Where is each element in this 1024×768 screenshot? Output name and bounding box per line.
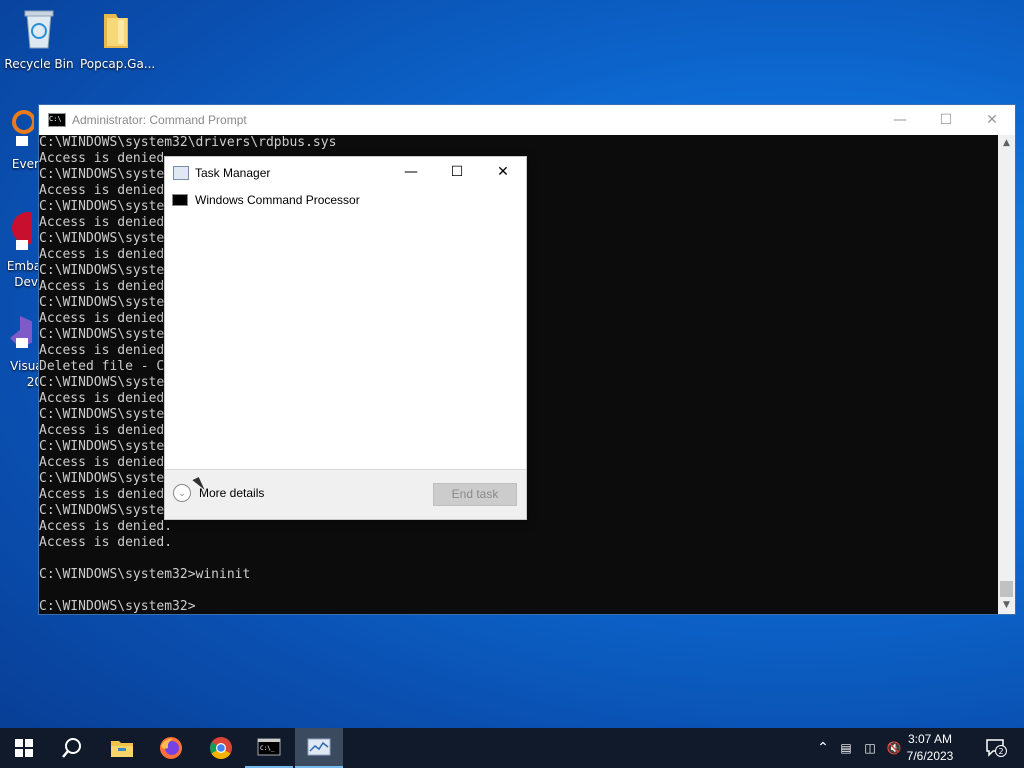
notification-center-button[interactable]: 2 xyxy=(976,728,1016,768)
cmd-icon: C:\_ xyxy=(257,738,281,756)
desktop-icon-popcap-folder[interactable]: Popcap.Ga... xyxy=(80,8,156,71)
process-row[interactable]: Windows Command Processor xyxy=(165,188,526,212)
cmd-window-title: Administrator: Command Prompt xyxy=(72,113,247,127)
search-icon xyxy=(62,738,81,758)
cmd-title-bar[interactable]: C:\ Administrator: Command Prompt — ☐ ✕ xyxy=(39,105,1015,135)
cmd-icon: C:\ xyxy=(48,113,66,127)
visual-studio-icon xyxy=(10,316,38,348)
search-button[interactable] xyxy=(48,728,96,768)
task-manager-title-bar[interactable]: Task Manager — ☐ ✕ xyxy=(165,157,526,188)
scroll-up-arrow-icon[interactable]: ▲ xyxy=(998,135,1015,152)
taskbar-chrome[interactable] xyxy=(197,728,245,768)
taskbar-firefox[interactable] xyxy=(147,728,195,768)
taskbar-file-explorer[interactable] xyxy=(98,728,146,768)
tablet-icon[interactable]: ▤ xyxy=(834,741,858,755)
console-scrollbar[interactable]: ▲ ▼ xyxy=(998,135,1015,614)
taskbar-task-manager[interactable] xyxy=(295,728,343,768)
end-task-button[interactable]: End task xyxy=(433,483,517,506)
maximize-button[interactable]: ☐ xyxy=(923,105,969,135)
task-manager-footer: ⌄ More details End task xyxy=(165,469,526,519)
close-button[interactable]: ✕ xyxy=(480,157,526,187)
console-line: C:\WINDOWS\system32> xyxy=(39,599,196,614)
everything-icon xyxy=(12,110,36,146)
more-details-button[interactable]: ⌄ More details xyxy=(173,484,264,502)
clock-date: 7/6/2023 xyxy=(906,749,954,763)
scroll-down-arrow-icon[interactable]: ▼ xyxy=(998,597,1015,614)
desktop-icon-label: Popcap.Ga... xyxy=(80,57,156,71)
embarcadero-icon xyxy=(12,212,44,250)
taskbar: C:\_ ⌃ ▤ ◫ 🔇 3:07 AM 7/6/2023 2 xyxy=(0,728,1024,768)
desktop-icon-label: Recycle Bin xyxy=(4,57,74,71)
task-manager-icon xyxy=(307,738,331,756)
task-manager-title: Task Manager xyxy=(195,165,271,180)
chevron-up-icon[interactable]: ⌃ xyxy=(812,740,834,756)
maximize-button[interactable]: ☐ xyxy=(434,157,480,187)
desktop-icon-recycle-bin[interactable]: Recycle Bin xyxy=(3,8,75,71)
taskbar-command-prompt[interactable]: C:\_ xyxy=(245,728,293,768)
recycle-bin-icon xyxy=(24,10,54,49)
system-tray: ⌃ ▤ ◫ 🔇 xyxy=(812,728,906,768)
file-explorer-icon xyxy=(111,741,133,757)
close-button[interactable]: ✕ xyxy=(969,105,1015,135)
network-icon[interactable]: ◫ xyxy=(858,741,882,755)
task-manager-icon xyxy=(173,165,189,180)
chrome-icon xyxy=(210,737,232,759)
minimize-button[interactable]: — xyxy=(388,157,434,187)
clock-time: 3:07 AM xyxy=(907,732,953,746)
taskbar-clock[interactable]: 3:07 AM 7/6/2023 xyxy=(898,731,962,765)
chevron-down-icon: ⌄ xyxy=(173,484,191,502)
svg-text:C:\_: C:\_ xyxy=(260,745,275,752)
start-button[interactable] xyxy=(0,728,48,768)
scroll-thumb[interactable] xyxy=(1000,581,1013,597)
more-details-label: More details xyxy=(199,486,265,500)
notification-count: 2 xyxy=(998,747,1003,756)
notification-icon: 2 xyxy=(986,739,1007,757)
console-line: Access is denied. xyxy=(39,535,173,550)
console-line: Access is denied. xyxy=(39,519,173,534)
cmd-icon xyxy=(172,194,188,206)
console-line: C:\WINDOWS\system32>wininit xyxy=(39,567,251,582)
minimize-button[interactable]: — xyxy=(877,105,923,135)
console-line: C:\WINDOWS\system32\drivers\rdpbus.sys xyxy=(39,135,337,150)
task-manager-window[interactable]: Task Manager — ☐ ✕ Windows Command Proce… xyxy=(164,156,527,520)
windows-logo-icon xyxy=(15,739,33,757)
firefox-icon xyxy=(160,737,182,759)
folder-icon xyxy=(104,14,128,48)
process-name: Windows Command Processor xyxy=(195,193,360,207)
